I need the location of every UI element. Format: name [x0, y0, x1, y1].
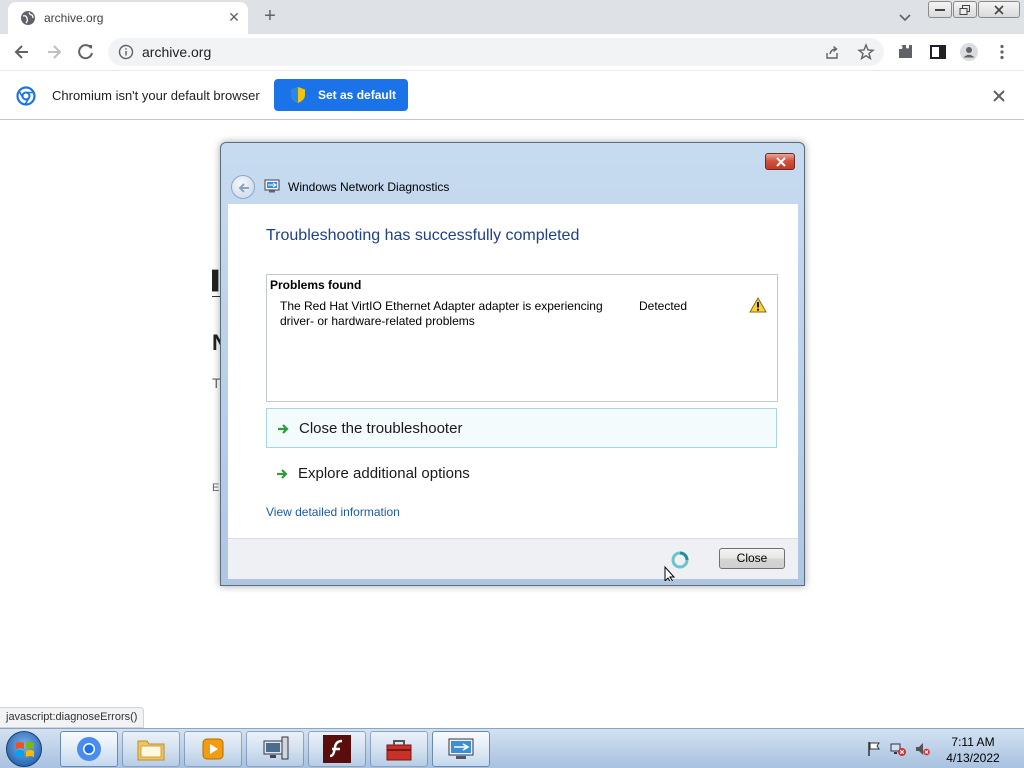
media-player-icon — [202, 738, 224, 760]
problem-status: Detected — [639, 299, 688, 313]
back-arrow-icon — [238, 183, 249, 193]
window-restore-button[interactable] — [953, 1, 977, 18]
profile-avatar-icon[interactable] — [959, 42, 979, 62]
green-arrow-icon — [278, 424, 289, 434]
set-as-default-button[interactable]: Set as default — [274, 79, 408, 111]
computer-network-icon — [263, 736, 289, 760]
infobar-close-icon[interactable] — [990, 87, 1008, 105]
flash-icon — [323, 735, 351, 763]
reload-icon[interactable] — [76, 42, 96, 62]
dialog-title: Windows Network Diagnostics — [288, 180, 450, 194]
view-detailed-information-link[interactable]: View detailed information — [266, 505, 400, 519]
close-troubleshooter-option[interactable]: Close the troubleshooter — [266, 408, 777, 448]
taskbar-media-player[interactable] — [184, 731, 242, 767]
taskbar-chromium[interactable] — [60, 731, 118, 767]
close-troubleshooter-label: Close the troubleshooter — [299, 420, 463, 437]
tab-title: archive.org — [44, 11, 104, 25]
network-error-icon[interactable] — [890, 741, 906, 757]
network-diagnostics-icon — [448, 738, 474, 759]
window-close-button[interactable] — [978, 1, 1020, 18]
bookmark-star-icon[interactable] — [857, 43, 875, 61]
taskbar-network[interactable] — [246, 731, 304, 767]
volume-muted-icon[interactable] — [914, 741, 930, 757]
taskbar-explorer[interactable] — [122, 731, 180, 767]
taskbar: 7:11 AM 4/13/2022 — [0, 728, 1024, 768]
globe-icon — [21, 11, 35, 25]
infobar-message: Chromium isn't your default browser — [52, 88, 260, 103]
taskbar-network-diagnostics[interactable] — [432, 731, 490, 767]
page-fragment-small: E — [212, 482, 220, 494]
browser-toolbar: archive.org — [0, 34, 1024, 70]
busy-cursor-icon — [664, 551, 689, 581]
network-diagnostics-icon — [264, 179, 280, 193]
tab-strip: archive.org ✕ + — [0, 0, 1024, 34]
green-arrow-icon — [277, 469, 288, 479]
system-clock[interactable]: 7:11 AM 4/13/2022 — [940, 734, 1006, 766]
forward-arrow-icon[interactable] — [44, 42, 64, 62]
problems-found-title: Problems found — [270, 278, 362, 292]
explore-options-label: Explore additional options — [298, 465, 470, 482]
share-icon[interactable] — [824, 44, 840, 60]
chromium-icon — [77, 737, 101, 761]
menu-kebab-icon[interactable] — [992, 42, 1012, 62]
result-heading: Troubleshooting has successfully complet… — [266, 227, 580, 244]
problem-description: The Red Hat VirtIO Ethernet Adapter adap… — [280, 299, 603, 328]
window-minimize-button[interactable] — [928, 1, 952, 18]
restore-icon — [959, 4, 970, 15]
dialog-content: Troubleshooting has successfully complet… — [228, 204, 798, 538]
folder-icon — [137, 740, 165, 761]
windows-logo-icon — [16, 742, 34, 757]
close-button[interactable]: Close — [719, 548, 785, 569]
dialog-close-button[interactable] — [765, 153, 795, 170]
chromium-logo-icon — [16, 86, 36, 106]
dialog-footer: Close — [228, 538, 798, 579]
start-button[interactable] — [6, 731, 42, 767]
clock-time: 7:11 AM — [951, 735, 995, 749]
url-text[interactable]: archive.org — [142, 44, 211, 60]
uac-shield-icon — [291, 87, 305, 103]
set-as-default-label: Set as default — [318, 88, 397, 102]
extensions-icon[interactable] — [896, 42, 916, 62]
tab-archive[interactable]: archive.org ✕ — [8, 2, 248, 34]
info-icon[interactable] — [118, 44, 134, 60]
tab-search-chevron-icon[interactable] — [897, 9, 913, 25]
status-bar-url: javascript:diagnoseErrors() — [0, 707, 145, 728]
default-browser-infobar: Chromium isn't your default browser Set … — [0, 70, 1024, 120]
new-tab-button[interactable]: + — [260, 6, 280, 26]
close-icon — [994, 4, 1004, 15]
taskbar-flash[interactable] — [308, 731, 366, 767]
dialog-back-button[interactable] — [231, 175, 255, 199]
tab-close-icon[interactable]: ✕ — [226, 9, 242, 25]
minimize-icon — [935, 8, 945, 11]
toolbox-icon — [386, 740, 412, 761]
clock-date: 4/13/2022 — [946, 751, 1000, 765]
taskbar-toolbox[interactable] — [370, 731, 428, 767]
network-diagnostics-dialog: Windows Network Diagnostics Troubleshoot… — [220, 142, 805, 586]
close-x-icon — [776, 157, 786, 167]
side-panel-icon[interactable] — [928, 42, 948, 62]
back-arrow-icon[interactable] — [12, 42, 32, 62]
warning-icon — [749, 297, 767, 313]
address-bar[interactable]: archive.org — [108, 38, 884, 66]
action-center-flag-icon[interactable] — [866, 741, 882, 757]
problems-found-panel: Problems found The Red Hat VirtIO Ethern… — [266, 274, 778, 402]
explore-options-option[interactable]: Explore additional options — [266, 454, 777, 494]
